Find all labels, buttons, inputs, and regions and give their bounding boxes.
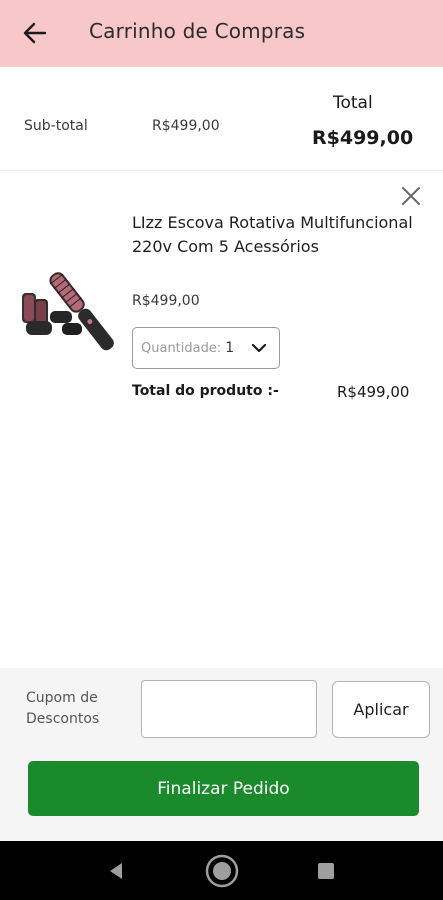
remove-item-button[interactable] [398, 183, 424, 209]
product-image [22, 272, 114, 351]
arrow-left-icon [23, 22, 47, 44]
product-total-label: Total do produto :- [132, 383, 279, 399]
apply-coupon-button[interactable]: Aplicar [332, 681, 430, 738]
total-label: Total [333, 93, 373, 113]
subtotal-value: R$499,00 [152, 118, 220, 134]
home-circle-icon [205, 854, 239, 888]
quantity-value: 1 [225, 340, 235, 356]
system-recents-button[interactable] [306, 852, 346, 890]
checkout-button[interactable]: Finalizar Pedido [28, 761, 419, 816]
system-nav-bar [0, 841, 443, 900]
recents-square-icon [318, 863, 334, 879]
system-home-button[interactable] [202, 852, 242, 890]
back-button[interactable] [16, 16, 54, 50]
back-triangle-icon [110, 863, 122, 879]
system-back-button[interactable] [96, 852, 136, 890]
coupon-input[interactable] [141, 680, 317, 738]
app-bar: Carrinho de Compras [0, 0, 443, 67]
checkout-panel: Cupom de Descontos Aplicar Finalizar Ped… [0, 668, 443, 841]
close-icon [402, 187, 420, 205]
cart-summary: Sub-total R$499,00 Total R$499,00 [0, 67, 443, 171]
product-price: R$499,00 [132, 293, 200, 309]
product-name[interactable]: LIzz Escova Rotativa Multifuncional 220v… [132, 211, 422, 259]
total-value: R$499,00 [312, 127, 414, 149]
chevron-down-icon [251, 343, 267, 353]
coupon-label: Cupom de Descontos [26, 690, 100, 727]
quantity-label: Quantidade: [141, 340, 222, 356]
cart-item: LIzz Escova Rotativa Multifuncional 220v… [0, 171, 443, 421]
product-total-value: R$499,00 [337, 383, 410, 401]
subtotal-label: Sub-total [24, 118, 88, 134]
quantity-select[interactable]: Quantidade: 1 [132, 327, 280, 369]
page-title: Carrinho de Compras [89, 19, 306, 43]
